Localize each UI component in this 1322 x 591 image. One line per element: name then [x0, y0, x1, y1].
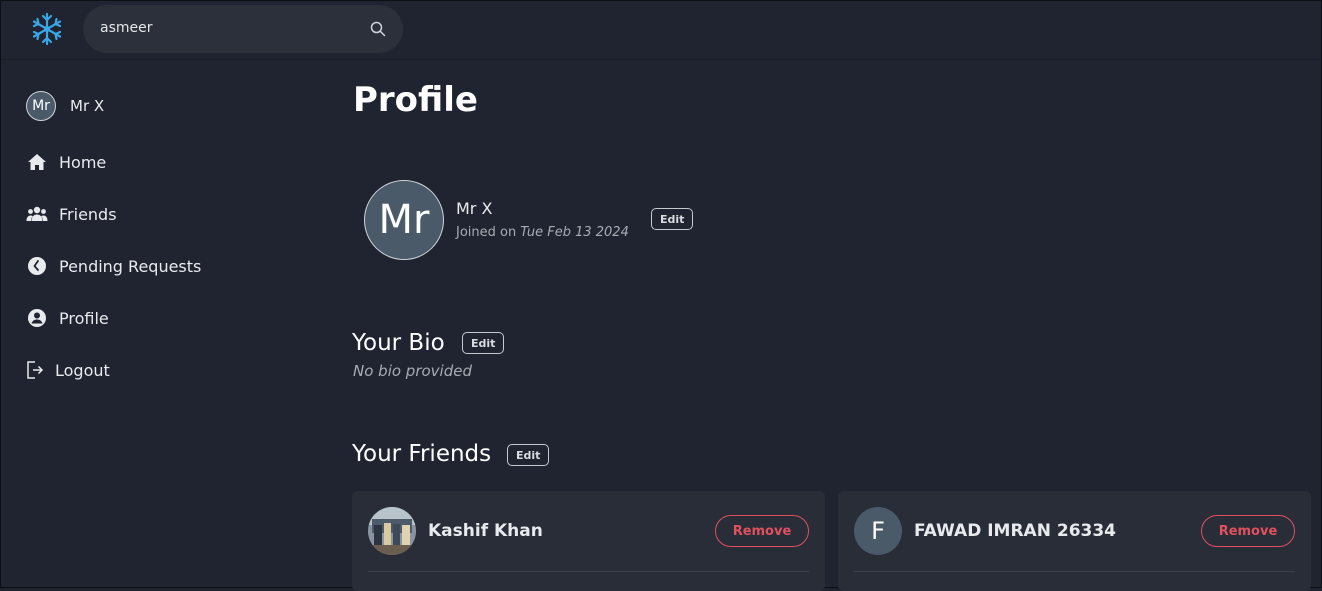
- sidebar-item-label: Friends: [59, 204, 117, 224]
- home-icon: [26, 151, 48, 173]
- profile-name: Mr X: [456, 199, 493, 218]
- sidebar-item-label: Profile: [59, 308, 109, 328]
- bio-text: No bio provided: [353, 362, 472, 380]
- sidebar-item-label: Home: [59, 152, 107, 172]
- main-content: Profile Mr Mr X Joined on Tue Feb 13 2024…: [351, 60, 1321, 591]
- joined-label: Joined on: [456, 225, 517, 240]
- sidebar-item-logout[interactable]: Logout: [26, 356, 110, 384]
- search-icon[interactable]: [370, 21, 386, 37]
- user-circle-icon: [26, 307, 48, 329]
- sidebar-item-label: Logout: [55, 360, 110, 380]
- sidebar-item-profile[interactable]: Profile: [26, 304, 109, 332]
- friend-name[interactable]: Kashif Khan: [428, 521, 543, 541]
- search-value[interactable]: asmeer: [100, 20, 153, 36]
- sidebar: Mr Mr X Home Friends Pending Requests Pr…: [1, 60, 321, 588]
- divider: [368, 571, 809, 572]
- friend-avatar[interactable]: F: [854, 507, 902, 555]
- sidebar-item-home[interactable]: Home: [26, 148, 106, 176]
- friend-avatar-photo[interactable]: [368, 507, 416, 555]
- divider: [854, 571, 1295, 572]
- friend-name[interactable]: FAWAD IMRAN 26334: [914, 521, 1116, 541]
- logout-icon: [26, 359, 44, 381]
- edit-bio-button[interactable]: Edit: [462, 332, 505, 354]
- sidebar-user-name[interactable]: Mr X: [70, 97, 104, 115]
- friends-icon: [26, 203, 48, 225]
- sidebar-item-label: Pending Requests: [59, 256, 202, 276]
- remove-friend-button[interactable]: Remove: [715, 515, 809, 547]
- remove-friend-button[interactable]: Remove: [1201, 515, 1295, 547]
- top-bar: asmeer: [1, 1, 1321, 60]
- snowflake-logo-icon[interactable]: [29, 11, 65, 47]
- friend-card: Kashif Khan Remove: [352, 491, 825, 591]
- joined-date: Tue Feb 13 2024: [520, 225, 629, 240]
- avatar[interactable]: Mr: [26, 91, 56, 121]
- clock-icon: [26, 255, 48, 277]
- joined-info: Joined on Tue Feb 13 2024: [456, 225, 629, 240]
- friends-title: Your Friends: [352, 441, 492, 467]
- sidebar-user[interactable]: Mr Mr X: [26, 90, 104, 122]
- friend-card: F FAWAD IMRAN 26334 Remove: [838, 491, 1311, 591]
- edit-friends-button[interactable]: Edit: [507, 444, 550, 466]
- edit-profile-button[interactable]: Edit: [651, 208, 694, 230]
- sidebar-item-friends[interactable]: Friends: [26, 200, 117, 228]
- sidebar-item-pending-requests[interactable]: Pending Requests: [26, 252, 201, 280]
- profile-avatar: Mr: [364, 180, 444, 260]
- search-input[interactable]: asmeer: [83, 5, 403, 53]
- page-title: Profile: [353, 80, 478, 120]
- bio-title: Your Bio: [352, 330, 445, 356]
